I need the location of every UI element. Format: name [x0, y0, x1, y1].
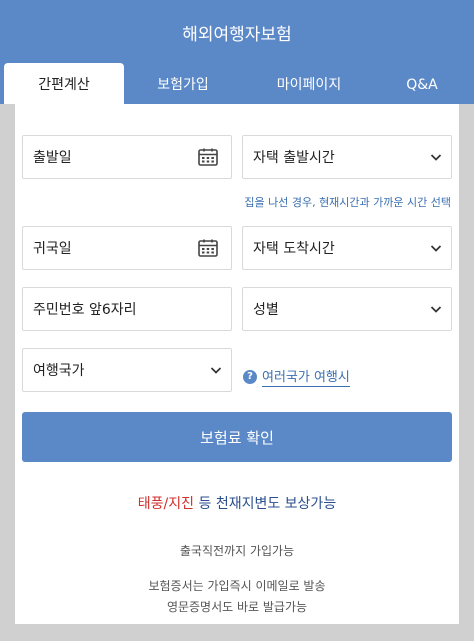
- calendar-icon: [198, 148, 218, 166]
- departure-time-select[interactable]: 자택 출발시간: [242, 135, 452, 179]
- tab-mypage[interactable]: 마이페이지: [242, 63, 376, 104]
- info-line-3: 영문증명서도 바로 발급가능: [166, 600, 308, 614]
- question-icon: ?: [243, 369, 257, 384]
- country-label: 여행국가: [33, 363, 85, 379]
- time-hint-text: 집을 나선 경우, 현재시간과 가까운 시간 선택: [244, 196, 451, 209]
- chevron-down-icon: [210, 367, 222, 374]
- check-premium-button[interactable]: 보험료 확인: [22, 412, 452, 462]
- info-line-2: 보험증서는 가입즉시 이메일로 발송: [148, 579, 326, 593]
- resident-id-placeholder: 주민번호 앞6자리: [33, 302, 137, 318]
- departure-time-label: 자택 출발시간: [253, 150, 335, 166]
- arrival-time-select[interactable]: 자택 도착시간: [242, 226, 452, 270]
- tab-simple-calc[interactable]: 간편계산: [4, 63, 124, 104]
- chevron-down-icon: [430, 154, 442, 161]
- arrival-time-label: 자택 도착시간: [253, 241, 335, 257]
- header-bar: 해외여행자보험 간편계산 보험가입 마이페이지 Q&A: [0, 0, 474, 104]
- promo-rest: 등 천재지변도 보상가능: [194, 496, 337, 512]
- info-line-1: 출국직전까지 가입가능: [179, 544, 295, 558]
- country-select[interactable]: 여행국가: [22, 348, 232, 392]
- tab-bar: 간편계산 보험가입 마이페이지 Q&A: [0, 63, 474, 104]
- form-panel: 출발일 자택 출발시간 집을 나선 경우, 현재시간과 가까운 시간 선택 귀국…: [15, 104, 459, 624]
- promo-highlight: 태풍/지진: [137, 496, 195, 512]
- return-date-field[interactable]: 귀국일: [22, 226, 232, 270]
- tab-insurance-signup[interactable]: 보험가입: [124, 63, 242, 104]
- multi-country-link[interactable]: ? 여러국가 여행시: [243, 366, 350, 387]
- multi-country-link-text: 여러국가 여행시: [262, 366, 350, 387]
- gender-label: 성별: [253, 302, 279, 318]
- tab-qna[interactable]: Q&A: [376, 63, 468, 104]
- chevron-down-icon: [430, 306, 442, 313]
- departure-date-field[interactable]: 출발일: [22, 135, 232, 179]
- gender-select[interactable]: 성별: [242, 287, 452, 331]
- resident-id-input[interactable]: 주민번호 앞6자리: [22, 287, 232, 331]
- page-title: 해외여행자보험: [182, 25, 292, 45]
- promo-text: 태풍/지진 등 천재지변도 보상가능: [15, 493, 459, 513]
- calendar-icon: [198, 239, 218, 257]
- chevron-down-icon: [430, 245, 442, 252]
